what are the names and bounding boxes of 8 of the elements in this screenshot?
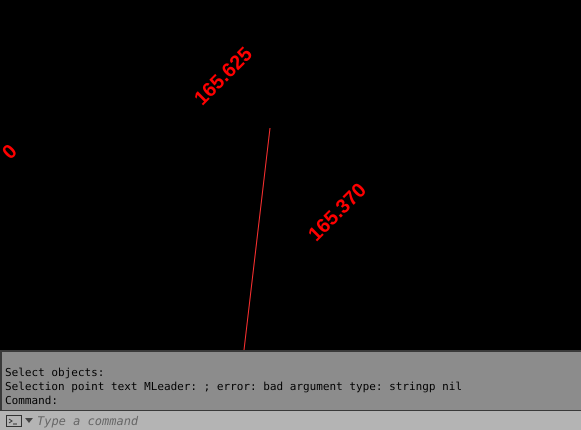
command-history-line: Command: bbox=[5, 394, 59, 408]
command-history-line: Select objects: bbox=[5, 366, 106, 380]
command-history-line: Selection point text MLeader: ; error: bad argument type: stringp nil bbox=[5, 380, 463, 394]
dimension-label: 0 bbox=[0, 141, 21, 164]
command-menu-button[interactable] bbox=[0, 411, 37, 430]
caret-icon[interactable] bbox=[25, 418, 33, 424]
terminal-icon[interactable] bbox=[6, 414, 22, 426]
command-input-field[interactable]: Type a command bbox=[37, 411, 581, 430]
